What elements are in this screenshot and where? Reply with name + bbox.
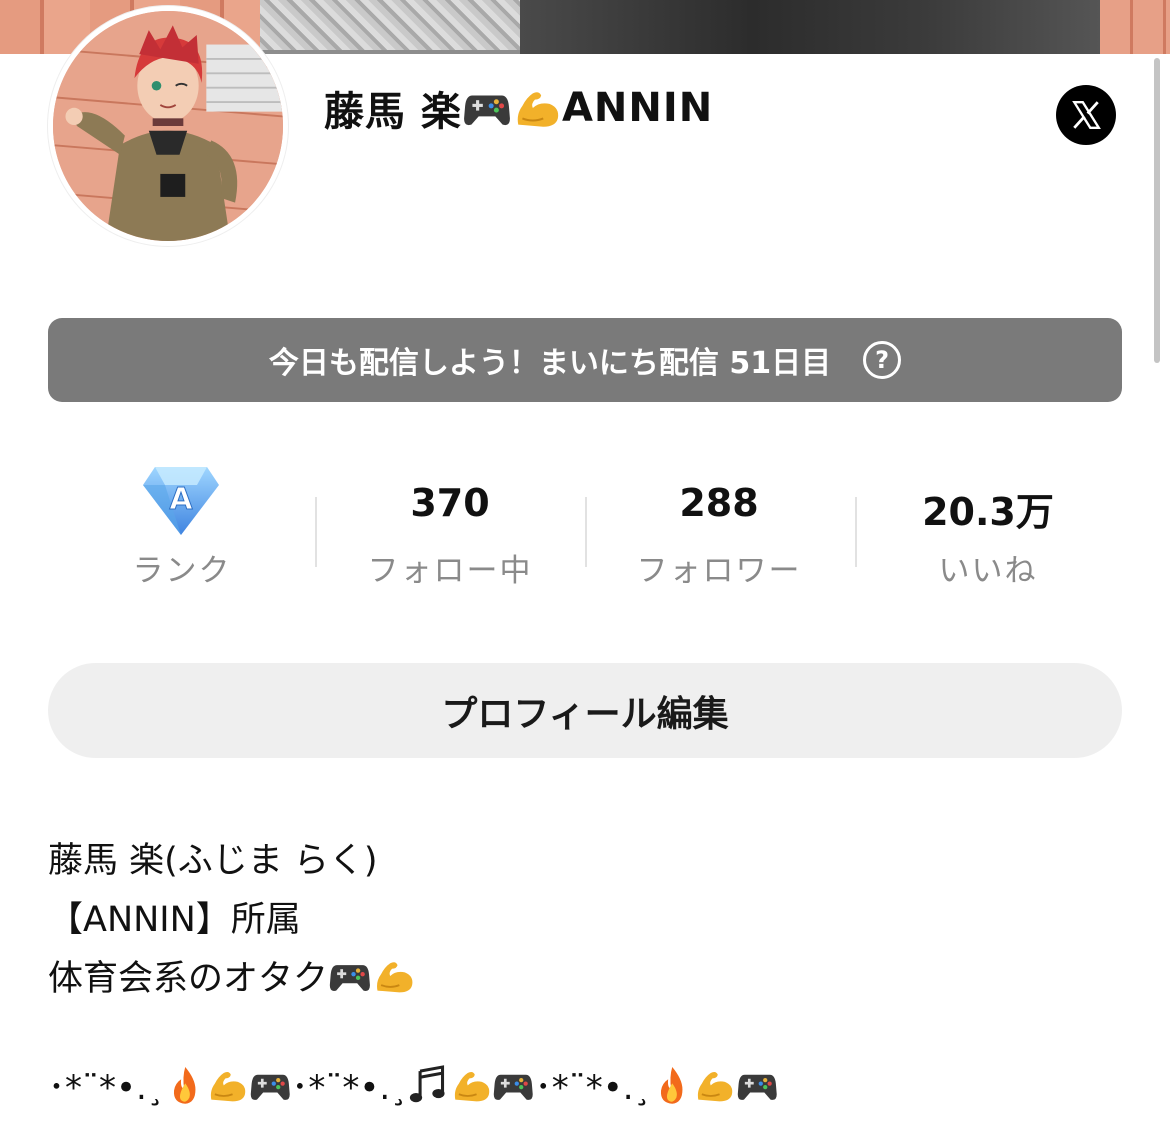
banner-rug [260,0,530,54]
stat-rank[interactable]: A ランク [48,455,316,595]
display-name-suffix: ANNIN [561,85,714,131]
deco-sparkle-text: ･*¨*•.¸ [48,1068,164,1108]
avatar-illustration [53,11,283,241]
profile-page: 藤馬 楽 ANNIN 今日も配信しよう！まいにち配信 51日目 ? A ランク … [0,0,1170,1138]
scrollbar[interactable] [1154,58,1160,363]
following-label: フォロー中 [367,553,533,589]
following-count: 370 [410,481,490,525]
banner-wood-floor-right [1100,0,1170,54]
flexed-biceps-icon [693,1065,736,1106]
flexed-biceps-icon [512,84,562,132]
edit-profile-button[interactable]: プロフィール編集 [48,663,1122,758]
streak-text: 今日も配信しよう！まいにち配信 51日目 [268,346,832,381]
avatar[interactable] [48,6,288,246]
bio-decoration-line: ･*¨*•.¸ ･*¨*•.¸ ･*¨*•.¸ [48,1060,778,1109]
rank-letter: A [169,482,193,517]
likes-label: いいね [938,553,1038,589]
game-controller-icon [736,1065,779,1106]
daily-streak-banner[interactable]: 今日も配信しよう！まいにち配信 51日目 ? [48,318,1122,402]
help-glyph: ? [875,346,890,374]
fire-icon [164,1065,207,1106]
bio-description-text: 体育会系のオタク [48,959,329,999]
game-controller-icon [328,955,372,997]
x-link-button[interactable] [1056,85,1116,145]
followers-label: フォロワー [636,553,802,589]
flexed-biceps-icon [206,1065,249,1106]
bio: 藤馬 楽(ふじま らく) 【ANNIN】所属 体育会系のオタク [48,832,1128,1009]
stat-followers[interactable]: 288 フォロワー [585,455,853,595]
flexed-biceps-icon [372,955,416,997]
question-circle-icon[interactable]: ? [863,341,902,379]
stats-row: A ランク 370 フォロー中 288 フォロワー 20.3万 いいね [48,455,1122,595]
followers-count: 288 [679,481,759,525]
deco-sparkle-text: ･*¨*•.¸ [534,1068,651,1108]
stat-likes[interactable]: 20.3万 いいね [854,455,1122,595]
bio-line-name: 藤馬 楽(ふじま らく) [48,841,378,881]
flexed-biceps-icon [450,1065,493,1106]
likes-count: 20.3万 [922,490,1054,534]
deco-sparkle-text: ･*¨*•.¸ [291,1068,408,1108]
game-controller-icon [462,84,512,132]
stat-following[interactable]: 370 フォロー中 [316,455,584,595]
rank-label: ランク [132,553,232,589]
game-controller-icon [249,1065,292,1106]
display-name-text: 藤馬 楽 [324,89,462,135]
bio-line-affiliation: 【ANNIN】所属 [48,900,301,940]
bio-line-description: 体育会系のオタク [48,950,1128,1009]
game-controller-icon [492,1065,535,1106]
music-note-icon [407,1065,450,1106]
banner-shadow [520,0,1100,54]
display-name: 藤馬 楽 ANNIN [324,80,713,136]
fire-icon [651,1065,694,1106]
rank-badge-icon: A [143,467,219,535]
x-logo-icon [1072,101,1101,129]
